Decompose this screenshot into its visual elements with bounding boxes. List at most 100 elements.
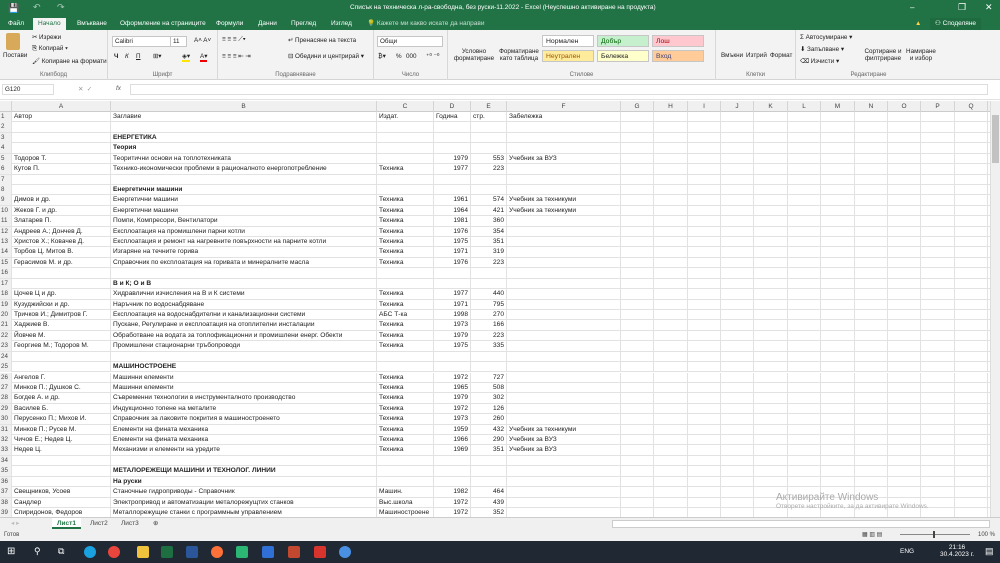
cell-K39[interactable] <box>754 507 788 517</box>
cell-C19[interactable]: Техника <box>377 299 434 310</box>
cell-N12[interactable] <box>855 226 888 237</box>
cell-Q22[interactable] <box>955 330 988 341</box>
cell-D3[interactable] <box>434 132 471 143</box>
cell-Q9[interactable] <box>955 195 988 206</box>
cell-N16[interactable] <box>855 268 888 279</box>
cell-E28[interactable]: 302 <box>471 393 507 404</box>
row-header[interactable]: 33 <box>0 445 12 456</box>
cell-C12[interactable]: Техника <box>377 226 434 237</box>
column-header-J[interactable]: J <box>721 101 754 112</box>
cell-E24[interactable] <box>471 351 507 362</box>
cell-B35[interactable]: МЕТАЛОРЕЖЕЩИ МАШИНИ И ТЕХНОЛОГ. ЛИНИИ <box>111 466 377 477</box>
cell-C10[interactable]: Техника <box>377 205 434 216</box>
column-header-O[interactable]: O <box>888 101 921 112</box>
cell-J32[interactable] <box>721 435 754 446</box>
cell-M27[interactable] <box>821 382 855 393</box>
cell-N20[interactable] <box>855 309 888 320</box>
cell-J11[interactable] <box>721 216 754 227</box>
cell-L15[interactable] <box>788 257 821 268</box>
cell-I38[interactable] <box>688 497 721 508</box>
cell-O35[interactable] <box>888 466 921 477</box>
cell-M2[interactable] <box>821 122 855 133</box>
cell-A4[interactable] <box>12 143 111 154</box>
cell-B6[interactable]: Технико-икономически проблеми в рационал… <box>111 164 377 175</box>
cell-H28[interactable] <box>654 393 688 404</box>
cell-E1[interactable]: стр. <box>471 112 507 122</box>
cell-A34[interactable] <box>12 455 111 466</box>
cell-G2[interactable] <box>621 122 654 133</box>
cell-A14[interactable]: Торбов Ц. Митов В. <box>12 247 111 258</box>
cell-C17[interactable] <box>377 278 434 289</box>
cell-D20[interactable]: 1998 <box>434 309 471 320</box>
cell-M19[interactable] <box>821 299 855 310</box>
cell-Q36[interactable] <box>955 476 988 487</box>
cell-B12[interactable]: Експлоатация на промишлени парни котли <box>111 226 377 237</box>
cell-O39[interactable] <box>888 507 921 517</box>
clear-button[interactable]: ⌫ Изчисти ▾ <box>800 58 839 65</box>
cell-I37[interactable] <box>688 487 721 498</box>
paste-button[interactable]: Постави <box>3 52 27 59</box>
cell-O23[interactable] <box>888 341 921 352</box>
cell-P12[interactable] <box>921 226 955 237</box>
cell-G5[interactable] <box>621 153 654 164</box>
cell-D32[interactable]: 1966 <box>434 435 471 446</box>
cell-N11[interactable] <box>855 216 888 227</box>
cell-J19[interactable] <box>721 299 754 310</box>
cell-N37[interactable] <box>855 487 888 498</box>
cell-N10[interactable] <box>855 205 888 216</box>
row-header[interactable]: 8 <box>0 184 12 195</box>
cell-A29[interactable]: Василев Б. <box>12 403 111 414</box>
excel-icon[interactable] <box>161 546 173 558</box>
cell-C30[interactable]: Техника <box>377 414 434 425</box>
cell-Q13[interactable] <box>955 237 988 248</box>
cell-I11[interactable] <box>688 216 721 227</box>
cell-M17[interactable] <box>821 278 855 289</box>
cell-G22[interactable] <box>621 330 654 341</box>
cell-L39[interactable] <box>788 507 821 517</box>
row-header[interactable]: 5 <box>0 153 12 164</box>
cell-A15[interactable]: Герасимов М. и др. <box>12 257 111 268</box>
cell-L23[interactable] <box>788 341 821 352</box>
cell-B27[interactable]: Машинни елементи <box>111 382 377 393</box>
cell-G38[interactable] <box>621 497 654 508</box>
cell-B5[interactable]: Теоритични основи на топлотехниката <box>111 153 377 164</box>
cell-E10[interactable]: 421 <box>471 205 507 216</box>
cell-H8[interactable] <box>654 184 688 195</box>
cell-J21[interactable] <box>721 320 754 331</box>
cell-I7[interactable] <box>688 174 721 185</box>
cell-B7[interactable] <box>111 174 377 185</box>
cell-E19[interactable]: 795 <box>471 299 507 310</box>
cell-L37[interactable] <box>788 487 821 498</box>
cell-A19[interactable]: Кузуджийски и др. <box>12 299 111 310</box>
cell-L30[interactable] <box>788 414 821 425</box>
task-view-icon[interactable]: ⧉ <box>58 546 64 557</box>
cell-Q23[interactable] <box>955 341 988 352</box>
view-buttons[interactable]: ▦ ▥ ▤ <box>862 531 882 538</box>
cell-C16[interactable] <box>377 268 434 279</box>
cell-P31[interactable] <box>921 424 955 435</box>
cell-A8[interactable] <box>12 184 111 195</box>
cell-F24[interactable] <box>507 351 621 362</box>
cell-O3[interactable] <box>888 132 921 143</box>
cell-D28[interactable]: 1979 <box>434 393 471 404</box>
row-header[interactable]: 29 <box>0 403 12 414</box>
cell-E26[interactable]: 727 <box>471 372 507 383</box>
cell-G14[interactable] <box>621 247 654 258</box>
cell-E22[interactable]: 223 <box>471 330 507 341</box>
row-header[interactable]: 20 <box>0 309 12 320</box>
cell-O27[interactable] <box>888 382 921 393</box>
font-grow-icon[interactable]: A˄ A˅ <box>194 37 211 44</box>
cell-N7[interactable] <box>855 174 888 185</box>
cell-H36[interactable] <box>654 476 688 487</box>
cell-D31[interactable]: 1959 <box>434 424 471 435</box>
cell-L38[interactable] <box>788 497 821 508</box>
cell-O34[interactable] <box>888 455 921 466</box>
cell-H7[interactable] <box>654 174 688 185</box>
cell-N17[interactable] <box>855 278 888 289</box>
cell-D4[interactable] <box>434 143 471 154</box>
cell-Q16[interactable] <box>955 268 988 279</box>
cell-O22[interactable] <box>888 330 921 341</box>
cell-H22[interactable] <box>654 330 688 341</box>
cell-M29[interactable] <box>821 403 855 414</box>
cell-O29[interactable] <box>888 403 921 414</box>
